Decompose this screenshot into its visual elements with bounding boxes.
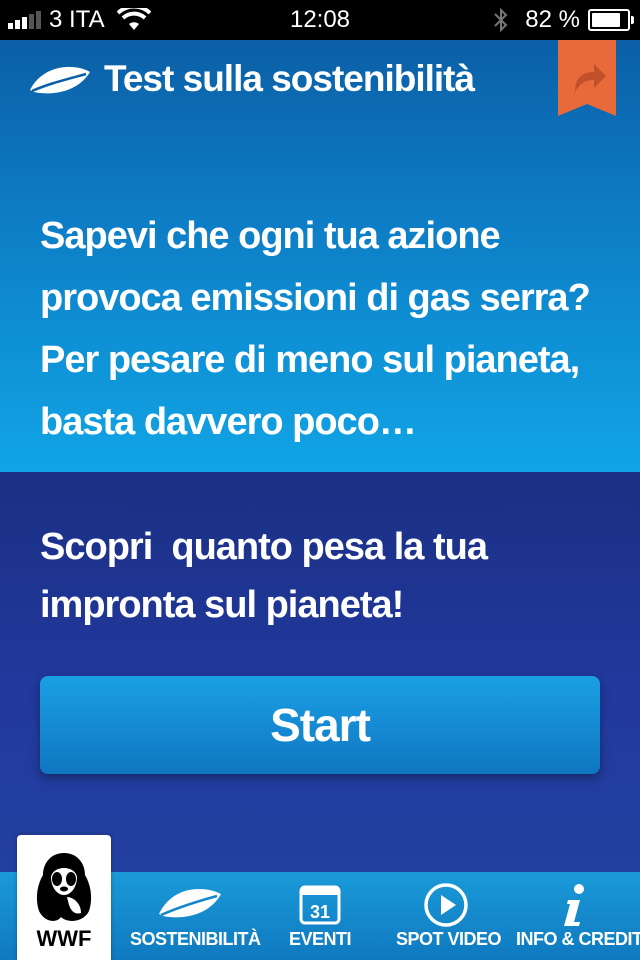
start-button[interactable]: Start	[40, 676, 600, 774]
panda-icon	[36, 853, 92, 921]
play-icon	[424, 883, 468, 927]
leaf-icon	[159, 888, 221, 918]
status-bar: 3 ITA 12:08 82 %	[0, 0, 640, 40]
calendar-day: 31	[310, 902, 330, 922]
intro-text: Sapevi che ogni tua azione provoca emiss…	[40, 205, 620, 453]
bluetooth-icon	[494, 7, 508, 33]
tab-eventi[interactable]: 31 EVENTI	[275, 872, 365, 960]
tab-label: SOSTENIBILITÀ	[130, 929, 261, 949]
battery-percent: 82 %	[525, 6, 580, 33]
app-header: Test sulla sostenibilità	[28, 58, 475, 100]
leaf-icon	[30, 66, 90, 94]
battery-icon	[588, 9, 634, 31]
brand-label: WWF	[36, 926, 92, 951]
intro-line: provoca emissioni di gas serra?	[40, 277, 591, 319]
tab-sostenibilita[interactable]: SOSTENIBILITÀ	[130, 872, 261, 960]
tab-label: SPOT VIDEO	[396, 929, 502, 949]
cta-line: impronta sul pianeta!	[40, 584, 404, 626]
intro-line: Sapevi che ogni tua azione	[40, 215, 501, 257]
tab-label: EVENTI	[288, 929, 352, 949]
cta-line: Scopri quanto pesa la tua	[40, 526, 488, 568]
share-arrow-icon[interactable]	[558, 40, 616, 116]
page-title: Test sulla sostenibilità	[104, 58, 475, 99]
cta-text: Scopri quanto pesa la tua impronta sul p…	[40, 518, 600, 634]
tab-spot-video[interactable]: SPOT VIDEO	[396, 872, 502, 960]
calendar-icon: 31	[299, 885, 341, 925]
tab-label: INFO & CREDITI	[516, 929, 640, 949]
intro-line: basta davvero poco…	[40, 401, 417, 443]
intro-line: Per pesare di meno sul pianeta,	[40, 339, 580, 381]
wwf-logo-tab[interactable]: WWF	[17, 835, 111, 960]
info-icon	[564, 884, 584, 926]
tab-info-crediti[interactable]: INFO & CREDITI	[516, 872, 640, 960]
